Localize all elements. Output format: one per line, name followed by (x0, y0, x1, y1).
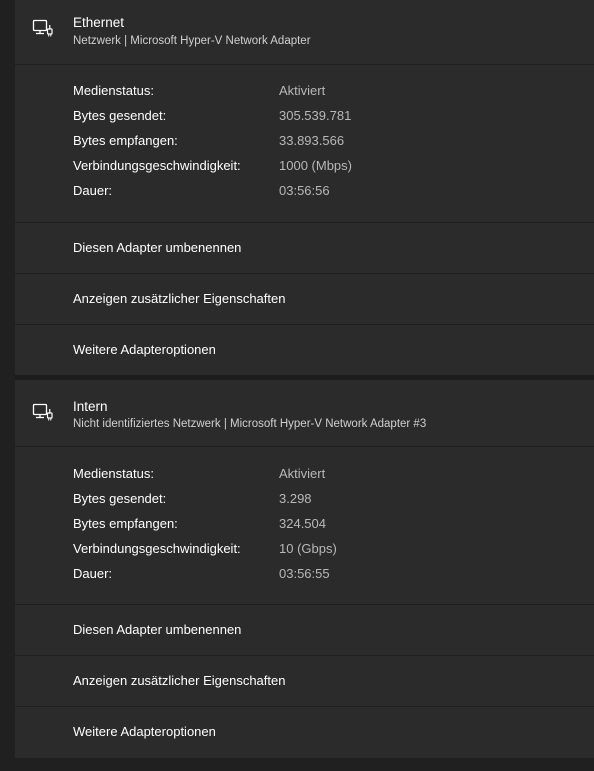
more-adapter-options-button[interactable]: Weitere Adapteroptionen (15, 707, 594, 757)
property-value: 10 (Gbps) (279, 541, 337, 556)
rename-adapter-button[interactable]: Diesen Adapter umbenennen (15, 223, 594, 274)
property-value: Aktiviert (279, 466, 326, 481)
property-value: 03:56:56 (279, 183, 330, 198)
action-label: Anzeigen zusätzlicher Eigenschaften (73, 673, 286, 688)
adapter-card-intern: Intern Nicht identifiziertes Netzwerk | … (15, 380, 594, 758)
property-value: 3.298 (279, 491, 312, 506)
action-label: Weitere Adapteroptionen (73, 724, 216, 739)
property-bytes-sent: Bytes gesendet: 305.539.781 (73, 108, 594, 128)
more-adapter-options-button[interactable]: Weitere Adapteroptionen (15, 325, 594, 375)
property-value: 33.893.566 (279, 133, 345, 148)
property-label: Bytes empfangen: (73, 516, 178, 531)
adapter-header[interactable]: Ethernet Netzwerk | Microsoft Hyper-V Ne… (15, 0, 594, 65)
adapter-subtitle: Netzwerk | Microsoft Hyper-V Network Ada… (73, 35, 311, 47)
property-label: Dauer: (73, 566, 113, 581)
adapter-subtitle: Nicht identifiziertes Netzwerk | Microso… (73, 418, 427, 430)
property-value: 324.504 (279, 516, 326, 531)
property-label: Bytes empfangen: (73, 133, 178, 148)
property-bytes-sent: Bytes gesendet: 3.298 (73, 491, 594, 511)
action-label: Weitere Adapteroptionen (73, 342, 216, 357)
bottom-strip (15, 758, 594, 771)
adapter-header[interactable]: Intern Nicht identifiziertes Netzwerk | … (15, 380, 594, 447)
property-label: Medienstatus: (73, 466, 154, 481)
property-value: Aktiviert (279, 83, 326, 98)
property-value: 305.539.781 (279, 108, 352, 123)
property-label: Verbindungsgeschwindigkeit: (73, 158, 241, 173)
adapter-title: Intern (73, 399, 108, 414)
property-link-speed: Verbindungsgeschwindigkeit: 1000 (Mbps) (73, 158, 594, 178)
property-label: Dauer: (73, 183, 113, 198)
property-duration: Dauer: 03:56:55 (73, 566, 594, 586)
property-medienstatus: Medienstatus: Aktiviert (73, 466, 594, 486)
property-value: 03:56:55 (279, 566, 330, 581)
property-medienstatus: Medienstatus: Aktiviert (73, 83, 594, 103)
adapter-properties: Medienstatus: Aktiviert Bytes gesendet: … (15, 447, 594, 605)
property-link-speed: Verbindungsgeschwindigkeit: 10 (Gbps) (73, 541, 594, 561)
left-gutter (0, 0, 15, 771)
action-label: Diesen Adapter umbenennen (73, 622, 242, 637)
property-label: Verbindungsgeschwindigkeit: (73, 541, 241, 556)
network-adapter-icon (32, 403, 53, 421)
show-additional-properties-button[interactable]: Anzeigen zusätzlicher Eigenschaften (15, 656, 594, 707)
adapter-properties: Medienstatus: Aktiviert Bytes gesendet: … (15, 65, 594, 223)
property-label: Bytes gesendet: (73, 491, 167, 506)
property-bytes-received: Bytes empfangen: 324.504 (73, 516, 594, 536)
action-label: Diesen Adapter umbenennen (73, 240, 242, 255)
adapter-title: Ethernet (73, 15, 125, 30)
property-duration: Dauer: 03:56:56 (73, 183, 594, 203)
action-label: Anzeigen zusätzlicher Eigenschaften (73, 291, 286, 306)
adapter-card-ethernet: Ethernet Netzwerk | Microsoft Hyper-V Ne… (15, 0, 594, 375)
property-label: Bytes gesendet: (73, 108, 167, 123)
rename-adapter-button[interactable]: Diesen Adapter umbenennen (15, 605, 594, 656)
property-label: Medienstatus: (73, 83, 154, 98)
property-bytes-received: Bytes empfangen: 33.893.566 (73, 133, 594, 153)
network-adapter-icon (32, 19, 53, 37)
property-value: 1000 (Mbps) (279, 158, 352, 173)
show-additional-properties-button[interactable]: Anzeigen zusätzlicher Eigenschaften (15, 274, 594, 325)
